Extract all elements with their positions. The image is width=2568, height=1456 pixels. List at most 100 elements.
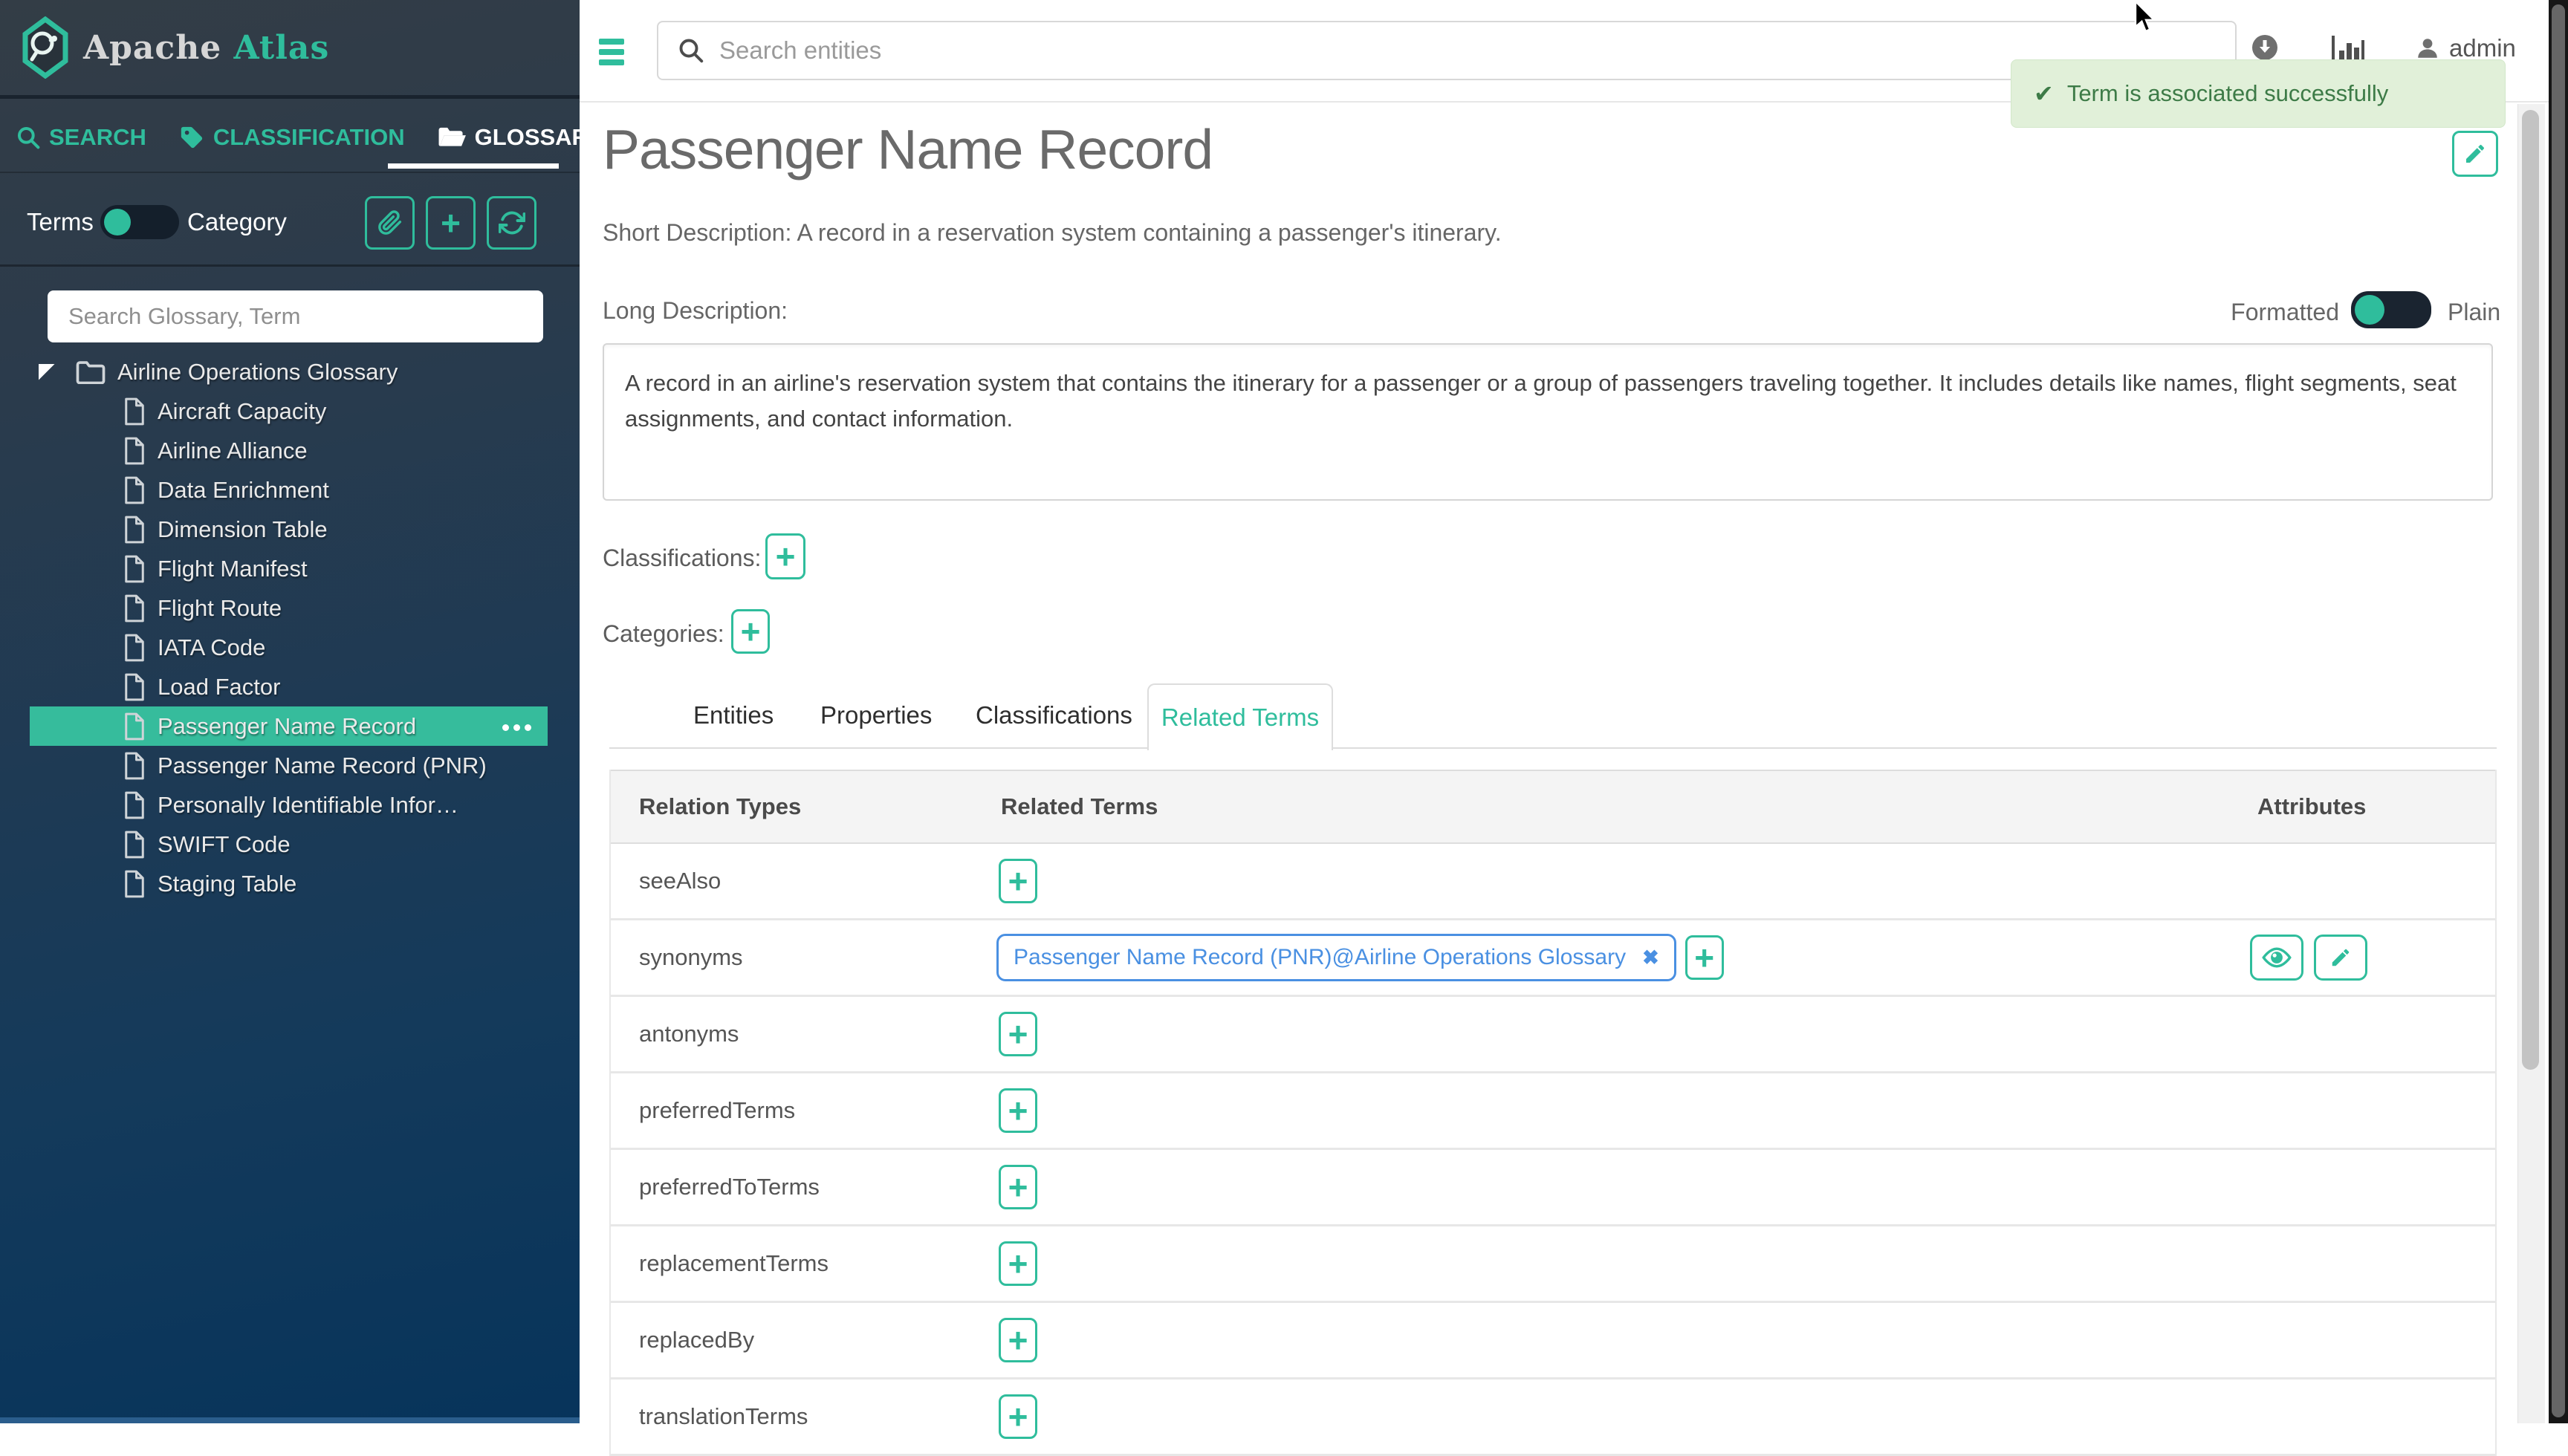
eye-icon xyxy=(2261,946,2292,969)
add-related-term-button[interactable]: + xyxy=(999,1241,1037,1286)
remove-term-icon[interactable]: ✖ xyxy=(1642,946,1659,969)
sidebar-divider xyxy=(0,264,580,267)
document-icon xyxy=(123,437,146,465)
long-description-label: Long Description: xyxy=(603,297,788,325)
add-related-term-button[interactable]: + xyxy=(999,859,1037,903)
tree-node-term[interactable]: Flight Manifest xyxy=(0,549,580,588)
tree-node-term[interactable]: Dimension Table xyxy=(0,510,580,549)
mouse-cursor xyxy=(2134,1,2159,34)
tree-node-label: Airline Alliance xyxy=(158,438,308,464)
hamburger-menu-icon[interactable] xyxy=(599,39,624,70)
view-attributes-button[interactable] xyxy=(2250,935,2303,981)
term-options-icon[interactable] xyxy=(502,724,531,731)
tree-node-label: Airline Operations Glossary xyxy=(117,359,398,386)
add-category-button[interactable]: + xyxy=(731,609,770,654)
add-related-term-button[interactable]: + xyxy=(999,1394,1037,1439)
formatted-toggle-label: Formatted xyxy=(2214,299,2339,326)
success-toast[interactable]: ✔ Term is associated successfully xyxy=(2011,59,2506,128)
active-tab-underline xyxy=(388,163,559,169)
user-menu[interactable]: admin xyxy=(2415,34,2516,62)
main-area: admin ✔ Term is associated successfully … xyxy=(580,0,2549,1423)
tree-node-glossary-root[interactable]: Airline Operations Glossary xyxy=(0,352,580,391)
tree-node-label: Passenger Name Record xyxy=(158,713,416,740)
nav-label: SEARCH xyxy=(49,124,146,151)
folder-open-icon xyxy=(438,126,466,149)
content-scrollbar-thumb[interactable] xyxy=(2522,110,2539,1070)
tab-properties[interactable]: Properties xyxy=(820,701,932,729)
tabs-baseline xyxy=(609,747,2497,749)
edit-term-button[interactable] xyxy=(2452,131,2498,177)
expander-triangle-icon[interactable] xyxy=(39,364,55,380)
tree-node-label: Personally Identifiable Infor… xyxy=(158,792,458,819)
column-header-attributes: Attributes xyxy=(2257,771,2366,842)
window-scrollbar-thumb[interactable] xyxy=(2552,4,2565,1417)
document-icon xyxy=(123,870,146,898)
relation-type-label: seeAlso xyxy=(639,868,721,894)
tree-node-term[interactable]: SWIFT Code xyxy=(0,825,580,864)
add-related-term-button[interactable]: + xyxy=(999,1318,1037,1362)
tree-node-term[interactable]: Load Factor xyxy=(0,667,580,706)
nav-item-classification[interactable]: CLASSIFICATION xyxy=(179,103,405,172)
tab-related-terms[interactable]: Related Terms xyxy=(1147,683,1333,750)
sidebar: Apache Atlas SEARCH CLASSIFICATION GLOSS… xyxy=(0,0,580,1423)
edit-attributes-button[interactable] xyxy=(2314,935,2367,981)
relation-row-synonyms: synonymsPassenger Name Record (PNR)@Airl… xyxy=(611,920,2495,997)
add-related-term-button[interactable]: + xyxy=(999,1012,1037,1056)
tree-node-label: Flight Route xyxy=(158,595,282,622)
classifications-label: Classifications: xyxy=(603,545,761,572)
relation-row-seeAlso: seeAlso + xyxy=(611,844,2495,920)
tree-node-term[interactable]: Passenger Name Record (PNR) xyxy=(0,746,580,785)
tree-node-term[interactable]: Aircraft Capacity xyxy=(0,391,580,431)
tree-node-term[interactable]: Data Enrichment xyxy=(0,470,580,510)
tree-node-term[interactable]: Passenger Name Record xyxy=(0,706,580,746)
tree-node-term[interactable]: Staging Table xyxy=(0,864,580,903)
refresh-glossary-button[interactable] xyxy=(487,196,536,250)
tree-node-term[interactable]: Airline Alliance xyxy=(0,431,580,470)
pencil-icon xyxy=(2463,142,2487,166)
attach-glossary-button[interactable] xyxy=(365,196,415,250)
tag-icon xyxy=(179,125,204,150)
terms-toggle-label: Terms xyxy=(27,208,94,236)
folder-icon xyxy=(76,360,106,384)
term-chip[interactable]: Passenger Name Record (PNR)@Airline Oper… xyxy=(996,934,1676,981)
table-header: Relation Types Related Terms Attributes xyxy=(611,770,2495,844)
atlas-logo-icon xyxy=(22,16,68,79)
relation-row-preferredTerms: preferredTerms+ xyxy=(611,1073,2495,1150)
document-icon xyxy=(123,476,146,504)
page-title: Passenger Name Record xyxy=(603,117,1213,181)
paperclip-icon xyxy=(377,209,403,237)
search-icon xyxy=(678,37,704,64)
tree-node-label: Data Enrichment xyxy=(158,477,329,504)
document-icon xyxy=(123,752,146,780)
document-icon xyxy=(123,791,146,819)
entity-search-input[interactable] xyxy=(718,36,2235,65)
statistics-icon[interactable] xyxy=(2332,34,2364,61)
download-icon[interactable] xyxy=(2251,34,2278,61)
relation-row-replacedBy: replacedBy+ xyxy=(611,1303,2495,1379)
nav-item-search[interactable]: SEARCH xyxy=(16,103,146,172)
add-related-term-button[interactable]: + xyxy=(1685,935,1724,980)
create-glossary-button[interactable]: + xyxy=(426,196,476,250)
tree-node-term[interactable]: IATA Code xyxy=(0,628,580,667)
add-classification-button[interactable]: + xyxy=(765,533,805,579)
term-chip-label: Passenger Name Record (PNR)@Airline Oper… xyxy=(1014,945,1626,970)
nav-item-glossary[interactable]: GLOSSARY xyxy=(438,103,603,172)
long-description-box[interactable]: A record in an airline's reservation sys… xyxy=(603,343,2493,501)
sidebar-hscrollbar[interactable] xyxy=(0,1417,580,1423)
user-icon xyxy=(2415,36,2440,61)
formatted-plain-toggle[interactable] xyxy=(2351,291,2431,328)
tab-entities[interactable]: Entities xyxy=(693,701,774,729)
tree-node-label: Aircraft Capacity xyxy=(158,398,326,425)
username: admin xyxy=(2449,34,2516,62)
relation-type-label: preferredToTerms xyxy=(639,1174,820,1200)
add-related-term-button[interactable]: + xyxy=(999,1088,1037,1133)
tree-node-term[interactable]: Flight Route xyxy=(0,588,580,628)
add-related-term-button[interactable]: + xyxy=(999,1165,1037,1209)
glossary-search-input[interactable] xyxy=(48,290,543,342)
category-toggle-label: Category xyxy=(187,208,287,236)
app-logo[interactable]: Apache Atlas xyxy=(0,0,580,99)
glossary-tree: Airline Operations Glossary Aircraft Cap… xyxy=(0,352,580,903)
terms-category-toggle[interactable] xyxy=(100,205,179,239)
tab-classifications[interactable]: Classifications xyxy=(976,701,1132,729)
tree-node-term[interactable]: Personally Identifiable Infor… xyxy=(0,785,580,825)
